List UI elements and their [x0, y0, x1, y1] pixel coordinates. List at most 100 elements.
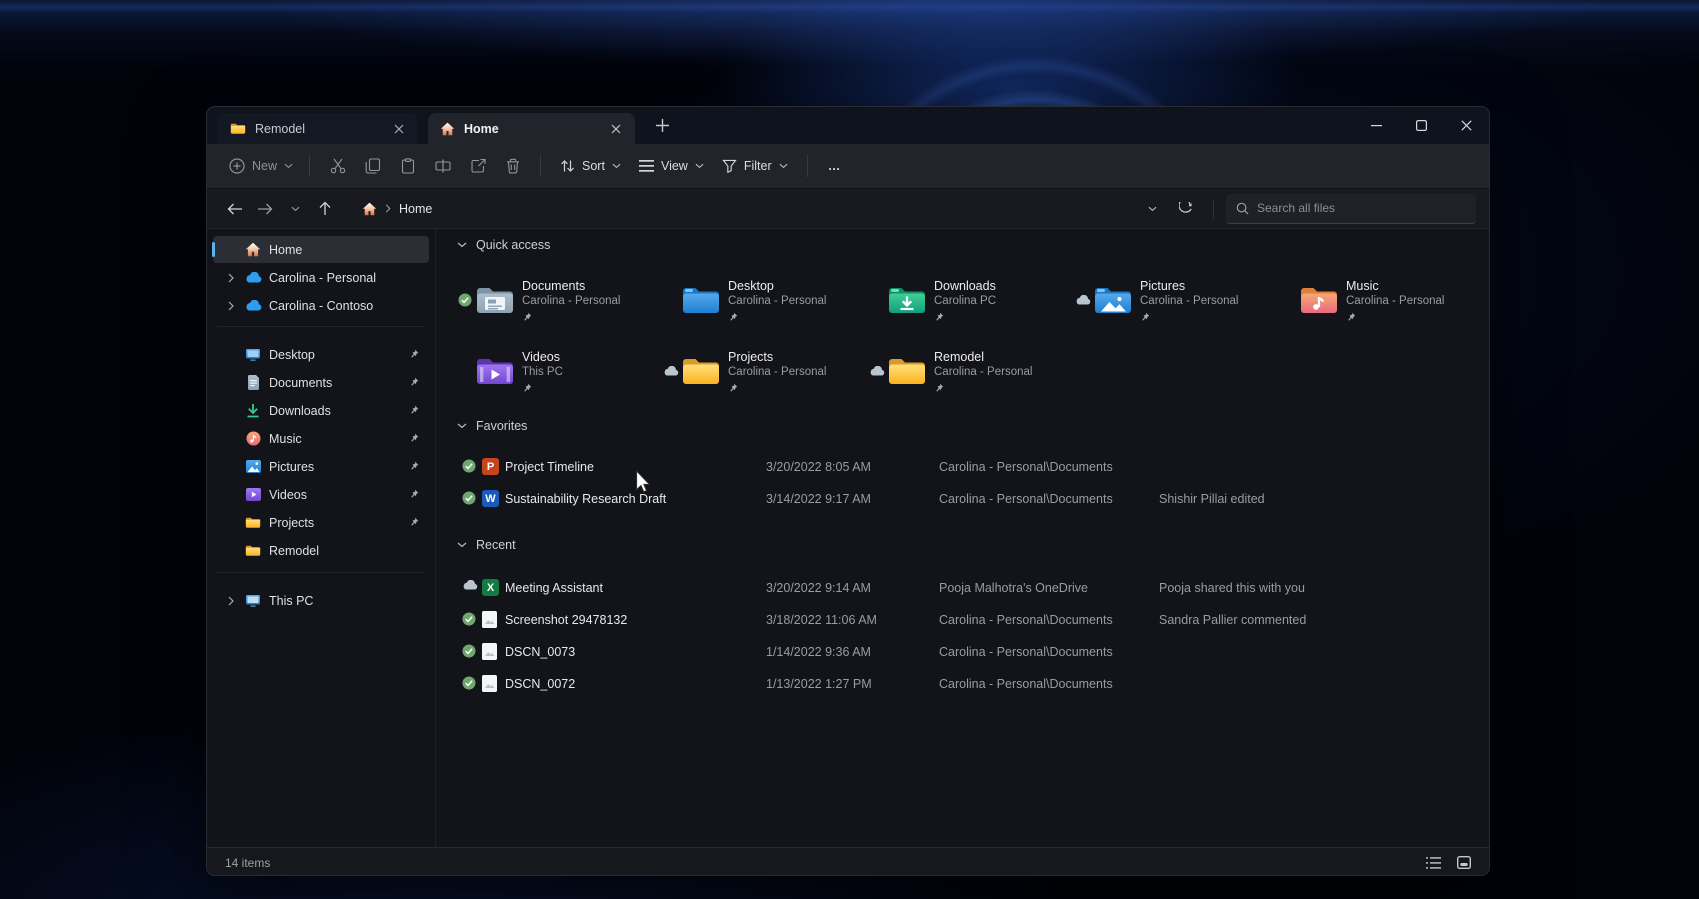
tile-projects[interactable]: Projects Carolina - Personal — [662, 343, 868, 399]
search-box[interactable] — [1226, 194, 1476, 224]
search-input[interactable] — [1257, 201, 1466, 215]
sidebar-item-videos[interactable]: Videos — [213, 481, 429, 508]
tile-videos[interactable]: Videos This PC — [456, 343, 662, 399]
see-more-button[interactable]: … — [818, 150, 852, 182]
pin-icon — [1140, 312, 1238, 322]
section-header-favorites[interactable]: Favorites — [457, 419, 527, 433]
tile-remodel[interactable]: Remodel Carolina - Personal — [868, 343, 1074, 399]
word-icon: W — [482, 490, 499, 507]
file-row-screenshot-29478132[interactable]: Screenshot 29478132 3/18/2022 11:06 AM C… — [437, 604, 1489, 636]
file-row-meeting-assistant[interactable]: X Meeting Assistant 3/20/2022 9:14 AM Po… — [437, 572, 1489, 604]
view-button[interactable]: View — [630, 150, 713, 182]
sidebar-item-pictures[interactable]: Pictures — [213, 453, 429, 480]
file-row-sustainability-research-draft[interactable]: W Sustainability Research Draft 3/14/202… — [437, 483, 1489, 515]
sidebar-item-downloads[interactable]: Downloads — [213, 397, 429, 424]
chevron-right-icon[interactable] — [221, 596, 241, 606]
paste-icon[interactable] — [390, 150, 425, 182]
tab-home[interactable]: Home — [428, 113, 635, 144]
sidebar-item-projects[interactable]: Projects — [213, 509, 429, 536]
sidebar-item-remodel[interactable]: Remodel — [213, 537, 429, 564]
sidebar-item-music[interactable]: Music — [213, 425, 429, 452]
copy-icon[interactable] — [355, 150, 390, 182]
sidebar-item-carolina-personal[interactable]: Carolina - Personal — [213, 264, 429, 291]
sidebar-item-documents[interactable]: Documents — [213, 369, 429, 396]
image-icon — [482, 643, 497, 660]
file-row-dscn-0073[interactable]: DSCN_0073 1/14/2022 9:36 AM Carolina - P… — [437, 636, 1489, 668]
sidebar-item-desktop[interactable]: Desktop — [213, 341, 429, 368]
pin-icon — [409, 489, 419, 499]
pin-icon — [409, 377, 419, 387]
file-location: Pooja Malhotra's OneDrive — [939, 572, 1088, 604]
file-location: Carolina - Personal\Documents — [939, 604, 1113, 636]
minimize-button[interactable] — [1354, 107, 1399, 144]
breadcrumb-item-home[interactable]: Home — [399, 202, 432, 216]
file-date: 3/18/2022 11:06 AM — [766, 604, 877, 636]
sidebar-label: Documents — [269, 376, 332, 390]
forward-button[interactable] — [250, 194, 280, 224]
section-header-quick-access[interactable]: Quick access — [457, 238, 550, 252]
tab-remodel[interactable]: Remodel — [218, 113, 418, 144]
cut-icon[interactable] — [320, 150, 355, 182]
folder-icon — [230, 122, 246, 135]
filter-button[interactable]: Filter — [713, 150, 797, 182]
desktop-icon — [241, 348, 265, 362]
thumbnail-view-icon[interactable] — [1457, 856, 1471, 869]
sidebar-item-home[interactable]: Home — [213, 236, 429, 263]
thispc-icon — [241, 594, 265, 608]
tile-location: Carolina - Personal — [1346, 294, 1444, 308]
close-tab-icon[interactable] — [390, 120, 408, 138]
folder-documents-icon — [474, 285, 516, 315]
new-tab-button[interactable] — [647, 111, 677, 141]
tile-name: Remodel — [934, 350, 1032, 366]
sidebar-item-carolina-contoso[interactable]: Carolina - Contoso — [213, 292, 429, 319]
tile-name: Projects — [728, 350, 826, 366]
tab-label: Remodel — [255, 122, 381, 136]
cloud-icon — [1074, 295, 1092, 305]
address-dropdown-chevron[interactable] — [1137, 194, 1167, 224]
maximize-button[interactable] — [1399, 107, 1444, 144]
file-location: Carolina - Personal\Documents — [939, 451, 1113, 483]
file-row-dscn-0072[interactable]: DSCN_0072 1/13/2022 1:27 PM Carolina - P… — [437, 668, 1489, 700]
new-button[interactable]: New — [223, 158, 299, 174]
breadcrumb[interactable]: Home — [354, 194, 1129, 224]
recent-locations-chevron[interactable] — [280, 194, 310, 224]
command-toolbar: New Sort — [207, 144, 1489, 188]
file-row-project-timeline[interactable]: P Project Timeline 3/20/2022 8:05 AM Car… — [437, 451, 1489, 483]
section-label: Recent — [476, 538, 516, 552]
up-button[interactable] — [310, 194, 340, 224]
window-controls — [1354, 107, 1489, 144]
rename-icon[interactable] — [425, 150, 460, 182]
sort-button[interactable]: Sort — [551, 150, 630, 182]
close-window-button[interactable] — [1444, 107, 1489, 144]
tile-name: Videos — [522, 350, 563, 366]
sidebar-item-this-pc[interactable]: This PC — [213, 587, 429, 614]
delete-icon[interactable] — [495, 150, 530, 182]
refresh-icon[interactable] — [1171, 194, 1201, 224]
sidebar-label: Home — [269, 243, 302, 257]
pin-icon — [934, 383, 1032, 393]
file-date: 3/20/2022 8:05 AM — [766, 451, 871, 483]
chevron-right-icon[interactable] — [221, 273, 241, 283]
sidebar-label: Pictures — [269, 460, 314, 474]
toolbar-separator — [540, 155, 541, 177]
tile-pictures[interactable]: Pictures Carolina - Personal — [1074, 272, 1280, 328]
close-tab-icon[interactable] — [607, 120, 625, 138]
details-view-icon[interactable] — [1426, 857, 1441, 869]
file-location: Carolina - Personal\Documents — [939, 668, 1113, 700]
chevron-right-icon[interactable] — [221, 301, 241, 311]
tile-downloads[interactable]: Downloads Carolina PC — [868, 272, 1074, 328]
home-icon — [440, 122, 455, 136]
tile-music[interactable]: Music Carolina - Personal — [1280, 272, 1486, 328]
sidebar-label: Downloads — [269, 404, 331, 418]
recent-list: X Meeting Assistant 3/20/2022 9:14 AM Po… — [437, 572, 1489, 700]
pin-icon — [522, 312, 620, 322]
chevron-down-icon — [457, 542, 467, 548]
share-icon[interactable] — [460, 150, 495, 182]
back-button[interactable] — [220, 194, 250, 224]
synced-icon — [462, 676, 476, 690]
downloads-icon — [241, 403, 265, 418]
tile-documents[interactable]: Documents Carolina - Personal — [456, 272, 662, 328]
folder-music-icon — [1298, 285, 1340, 315]
section-header-recent[interactable]: Recent — [457, 538, 516, 552]
tile-desktop[interactable]: Desktop Carolina - Personal — [662, 272, 868, 328]
